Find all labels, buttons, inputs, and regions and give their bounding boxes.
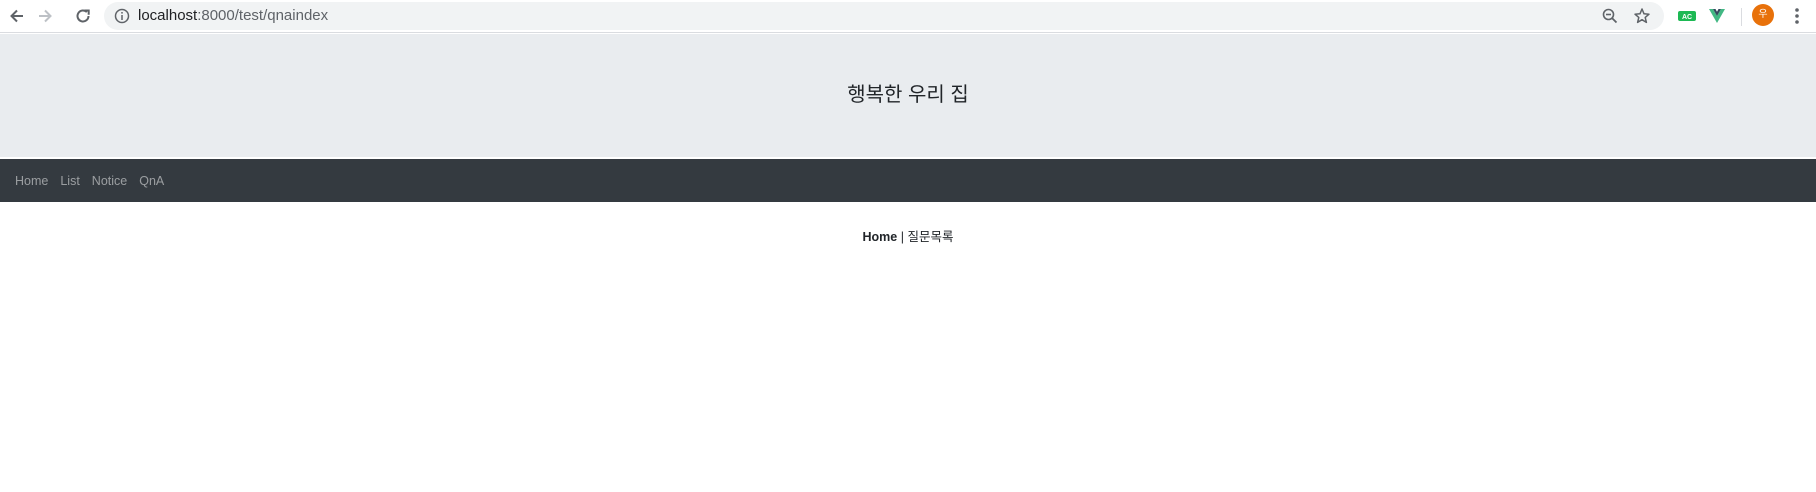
info-icon[interactable] [114, 8, 130, 24]
arrow-left-icon [10, 9, 23, 23]
breadcrumb: Home | 질문목록 [0, 226, 1816, 245]
star-icon[interactable] [1633, 7, 1651, 25]
toolbar-separator [1741, 8, 1742, 26]
nav-link-qna[interactable]: QnA [139, 174, 164, 188]
jumbotron-header: 행복한 우리 집 [0, 34, 1816, 157]
site-title: 행복한 우리 집 [847, 84, 969, 106]
url-host: localhost [138, 7, 198, 24]
nav-link-notice[interactable]: Notice [92, 174, 127, 188]
address-bar[interactable]: localhost:8000/test/qnaindex [104, 2, 1664, 30]
url-text[interactable]: localhost:8000/test/qnaindex [138, 2, 328, 30]
main-navbar: Home List Notice QnA [0, 159, 1816, 202]
kebab-menu-icon[interactable] [1792, 6, 1802, 26]
zoom-out-icon[interactable] [1601, 7, 1619, 25]
url-path: :8000/test/qnaindex [197, 7, 329, 24]
breadcrumb-home-link[interactable]: Home [863, 230, 898, 244]
ac-extension-label: AC [1682, 14, 1692, 21]
forward-button[interactable] [32, 3, 58, 29]
vue-devtools-icon[interactable] [1708, 7, 1726, 25]
back-button[interactable] [4, 3, 30, 29]
profile-avatar[interactable]: 우 [1752, 4, 1774, 26]
browser-toolbar: localhost:8000/test/qnaindex AC 우 [0, 0, 1816, 33]
arrow-right-icon [39, 9, 52, 23]
breadcrumb-separator: | [897, 230, 908, 244]
breadcrumb-current: 질문목록 [907, 230, 954, 244]
ac-extension-icon[interactable]: AC [1678, 9, 1696, 23]
nav-link-list[interactable]: List [60, 174, 79, 188]
reload-button[interactable] [70, 3, 96, 29]
nav-link-home[interactable]: Home [15, 174, 48, 188]
reload-icon [76, 9, 90, 23]
